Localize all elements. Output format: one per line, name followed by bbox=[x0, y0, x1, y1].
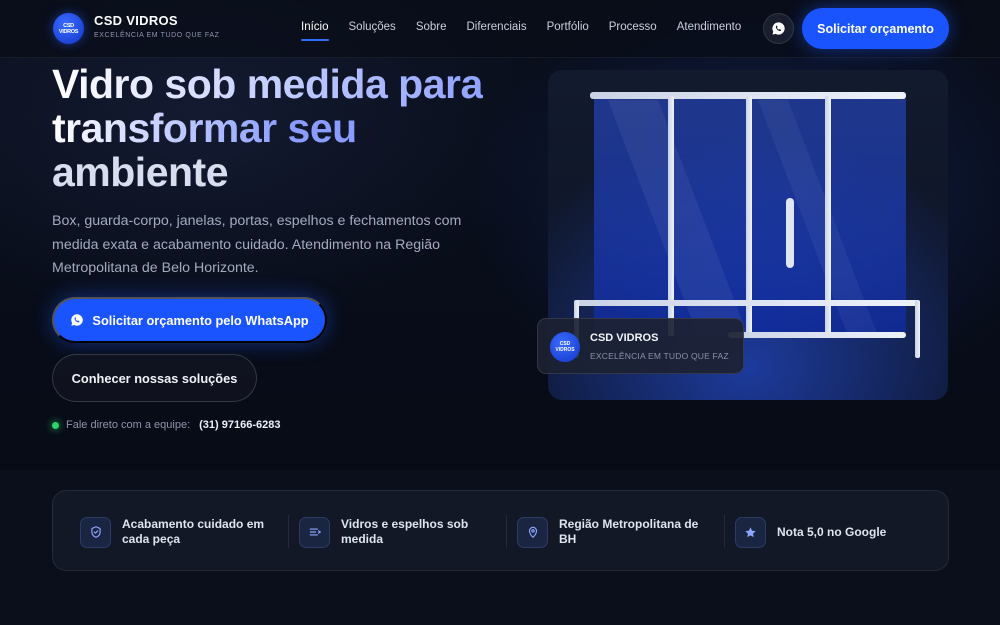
feature-divider bbox=[506, 515, 507, 548]
brand-chip-logo: CSD VIDROS bbox=[550, 332, 580, 362]
feature-item: Vidros e espelhos sob medida bbox=[299, 515, 481, 549]
contact-label: Fale direto com a equipe: bbox=[66, 419, 191, 431]
feature-text: Acabamento cuidado em cada peça bbox=[122, 517, 265, 546]
shield-check-icon bbox=[80, 516, 111, 548]
main-nav: Início Soluções Sobre Diferenciais Portf… bbox=[301, 21, 761, 41]
feature-text: Região Metropolitana de BH bbox=[559, 517, 699, 546]
whatsapp-nav-button[interactable] bbox=[763, 13, 794, 44]
nav-link-diferenciais[interactable]: Diferenciais bbox=[467, 21, 527, 33]
request-quote-button[interactable]: Solicitar orçamento bbox=[802, 8, 949, 49]
hero-title-line3: ambiente bbox=[52, 149, 229, 195]
contact-line: Fale direto com a equipe: (31) 97166-628… bbox=[52, 419, 280, 431]
brand-chip: CSD VIDROS CSD VIDROS EXCELÊNCIA EM TUDO… bbox=[537, 318, 744, 374]
star-icon bbox=[735, 516, 766, 548]
nav-link-sobre[interactable]: Sobre bbox=[416, 21, 447, 33]
nav-link-portfolio[interactable]: Portfólio bbox=[547, 21, 589, 33]
whatsapp-icon bbox=[71, 314, 84, 326]
feature-item: Acabamento cuidado em cada peça bbox=[80, 515, 272, 549]
contact-phone[interactable]: (31) 97166-6283 bbox=[199, 419, 280, 431]
feature-text: Nota 5,0 no Google bbox=[777, 524, 887, 539]
top-navbar: CSD VIDROS CSD VIDROS EXCELÊNCIA EM TUDO… bbox=[0, 0, 1000, 58]
nav-link-solucoes[interactable]: Soluções bbox=[349, 21, 396, 33]
brand-logo[interactable]: CSD VIDROS bbox=[53, 13, 84, 44]
nav-link-atendimento[interactable]: Atendimento bbox=[677, 21, 742, 33]
online-status-dot bbox=[52, 421, 59, 429]
whatsapp-icon bbox=[772, 22, 785, 35]
brand-chip-tagline: EXCELÊNCIA EM TUDO QUE FAZ bbox=[590, 351, 729, 361]
feature-text: Vidros e espelhos sob medida bbox=[341, 517, 469, 546]
features-strip: Acabamento cuidado em cada peça Vidros e… bbox=[52, 490, 949, 571]
whatsapp-quote-label: Solicitar orçamento pelo WhatsApp bbox=[92, 312, 309, 328]
solutions-button[interactable]: Conhecer nossas soluções bbox=[52, 354, 257, 402]
map-pin-icon bbox=[517, 516, 548, 548]
hero-title-word-transformar: transformar bbox=[52, 105, 277, 151]
nav-link-processo[interactable]: Processo bbox=[609, 21, 657, 33]
hero-title-line1: Vidro sob medida para bbox=[52, 61, 483, 107]
brand-chip-name: CSD VIDROS bbox=[590, 332, 659, 344]
whatsapp-quote-button[interactable]: Solicitar orçamento pelo WhatsApp bbox=[52, 297, 327, 343]
feature-divider bbox=[288, 515, 289, 548]
feature-divider bbox=[724, 515, 725, 548]
nav-link-inicio[interactable]: Início bbox=[301, 21, 329, 41]
ruler-icon bbox=[299, 516, 330, 548]
hero-description: Box, guarda-corpo, janelas, portas, espe… bbox=[52, 213, 462, 276]
feature-item: Região Metropolitana de BH bbox=[517, 515, 709, 549]
brand-tagline: EXCELÊNCIA EM TUDO QUE FAZ bbox=[94, 32, 220, 39]
hero-title: Vidro sob medida para transformar seu am… bbox=[52, 62, 522, 194]
feature-item: Nota 5,0 no Google bbox=[735, 515, 927, 549]
hero-title-word-seu: seu bbox=[287, 105, 358, 151]
brand-name[interactable]: CSD VIDROS bbox=[94, 13, 178, 28]
